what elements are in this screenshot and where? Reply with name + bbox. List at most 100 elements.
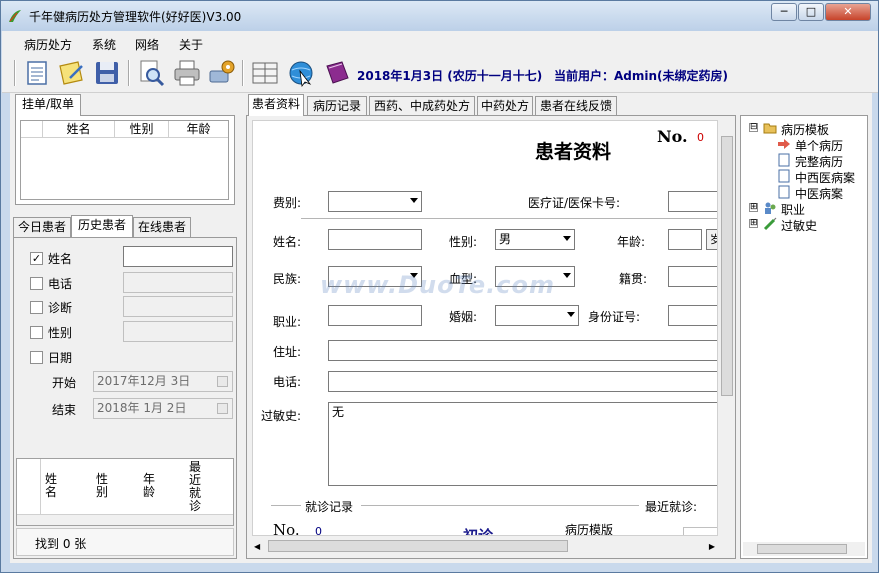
page-icon <box>778 169 790 183</box>
queue-header-name[interactable]: 姓名 <box>43 121 115 138</box>
tree-label: 职业 <box>781 203 806 217</box>
filter-name-checkbox[interactable]: ✓ <box>30 252 43 265</box>
occupation-input[interactable] <box>328 305 422 326</box>
recent-visit-label: 最近就诊: <box>645 500 698 514</box>
tab-online-patients[interactable]: 在线患者 <box>133 217 191 237</box>
horizontal-scroll-thumb[interactable] <box>268 540 568 552</box>
id-card-input[interactable] <box>668 305 717 326</box>
tab-chinese-prescription[interactable]: 中药处方 <box>477 96 533 116</box>
form-horizontal-scrollbar[interactable]: ◀ ▶ <box>252 538 719 554</box>
form-divider <box>301 218 717 219</box>
tab-western-prescription[interactable]: 西药、中成药处方 <box>369 96 475 116</box>
marriage-select[interactable] <box>495 305 579 326</box>
filter-gender-label: 性别 <box>48 326 73 340</box>
toolbar-separator <box>128 60 130 86</box>
tree-horizontal-scrollbar[interactable] <box>743 542 865 556</box>
phone-input[interactable] <box>328 371 717 392</box>
globe-cursor-icon[interactable] <box>286 58 316 88</box>
end-date-picker[interactable]: 2018年 1月 2日 <box>93 398 233 419</box>
age-unit-select[interactable]: 岁 <box>706 229 717 250</box>
page-title: 患者资料 <box>535 141 612 163</box>
tree-label: 完整病历 <box>795 155 844 169</box>
gender-select[interactable]: 男 <box>495 229 575 250</box>
insurance-card-label: 医疗证/医保卡号: <box>528 196 621 210</box>
name-input[interactable] <box>328 229 422 250</box>
chevron-down-icon <box>410 198 418 203</box>
filter-phone-input[interactable] <box>123 272 233 293</box>
main-area: 挂单/取单 姓名 性别 年龄 今日患者 历史患者 在线患者 ✓ 姓名 电话 诊断… <box>10 93 872 563</box>
filter-phone-checkbox[interactable] <box>30 277 43 290</box>
filter-diagnosis-checkbox[interactable] <box>30 301 43 314</box>
toolbar-separator <box>242 60 244 86</box>
result-header-gender[interactable]: 性别 <box>96 473 110 499</box>
queue-header-gender[interactable]: 性别 <box>115 121 169 138</box>
address-input[interactable] <box>328 340 717 361</box>
calendar-dropdown-icon[interactable] <box>217 403 228 414</box>
age-input[interactable] <box>668 229 702 250</box>
search-icon[interactable] <box>136 58 166 88</box>
vertical-scroll-thumb[interactable] <box>721 136 733 396</box>
start-date-label: 开始 <box>52 376 77 390</box>
filter-gender-checkbox[interactable] <box>30 326 43 339</box>
tree-collapse-icon[interactable]: ⊟ <box>749 123 758 132</box>
notepad-icon[interactable] <box>56 58 86 88</box>
insurance-card-input[interactable] <box>668 191 717 212</box>
allergy-textarea[interactable]: 无 <box>328 402 717 486</box>
printer-icon[interactable] <box>172 58 202 88</box>
filter-date-checkbox[interactable] <box>30 351 43 364</box>
menu-medical-record[interactable]: 病历处方 <box>24 36 72 53</box>
patient-result-list[interactable]: 姓名 性别 年龄 最近就诊 <box>16 458 234 526</box>
result-scrollbar[interactable] <box>17 515 233 525</box>
fee-type-select[interactable] <box>328 191 422 212</box>
tree-label: 单个病历 <box>795 139 844 153</box>
tab-patient-info[interactable]: 患者资料 <box>248 94 304 116</box>
tree-expand-icon[interactable]: ⊞ <box>749 203 758 212</box>
calendar-dropdown-icon[interactable] <box>217 376 228 387</box>
minimize-button[interactable]: ─ <box>771 3 797 21</box>
menu-system[interactable]: 系统 <box>92 36 116 53</box>
tab-online-feedback[interactable]: 患者在线反馈 <box>535 96 617 116</box>
save-icon[interactable] <box>92 58 122 88</box>
occupation-label: 职业: <box>273 315 302 329</box>
tree-label: 中医病案 <box>795 187 844 201</box>
recent-visit-input[interactable] <box>683 527 717 535</box>
menu-about[interactable]: 关于 <box>179 36 203 53</box>
maximize-button[interactable]: □ <box>798 3 824 21</box>
tab-today-patients[interactable]: 今日患者 <box>13 217 71 237</box>
patient-info-panel: No. 0 患者资料 费别: 医疗证/医保卡号: 姓名: 性别: 男 年龄: 岁 <box>246 115 736 559</box>
grid-icon[interactable] <box>250 58 280 88</box>
patient-form: No. 0 患者资料 费别: 医疗证/医保卡号: 姓名: 性别: 男 年龄: 岁 <box>252 120 718 536</box>
tab-medical-records[interactable]: 病历记录 <box>307 96 367 116</box>
tab-queue[interactable]: 挂单/取单 <box>15 94 81 116</box>
record-no-value: 0 <box>697 131 704 144</box>
start-date-picker[interactable]: 2017年12月 3日 <box>93 371 233 392</box>
gear-printer-icon[interactable] <box>207 58 237 88</box>
scroll-right-arrow-icon[interactable]: ▶ <box>709 542 715 551</box>
close-button[interactable]: ✕ <box>825 3 871 21</box>
book-icon[interactable] <box>322 58 352 88</box>
watermark: www.DuoTe.com <box>320 271 555 299</box>
queue-header-age[interactable]: 年龄 <box>169 121 228 138</box>
result-header-recent-visit[interactable]: 最近就诊 <box>189 461 203 513</box>
title-bar[interactable]: 千年健病历处方管理软件(好好医)V3.00 ─ □ ✕ <box>1 1 878 31</box>
queue-header-blank <box>21 121 43 138</box>
tree-scroll-thumb[interactable] <box>757 544 847 554</box>
filter-diagnosis-input[interactable] <box>123 296 233 317</box>
name-label: 姓名: <box>273 235 302 249</box>
scroll-left-arrow-icon[interactable]: ◀ <box>254 542 260 551</box>
menu-network[interactable]: 网络 <box>135 36 159 53</box>
result-header-name[interactable]: 姓名 <box>45 473 59 499</box>
arrow-icon <box>778 139 790 149</box>
form-vertical-scrollbar[interactable] <box>719 120 735 536</box>
tab-history-patients[interactable]: 历史患者 <box>71 215 133 237</box>
tree-label: 过敏史 <box>781 219 818 233</box>
tree-expand-icon[interactable]: ⊞ <box>749 219 758 228</box>
queue-list[interactable]: 姓名 性别 年龄 <box>20 120 229 200</box>
native-place-input[interactable] <box>668 266 717 287</box>
visit-no-value: 0 <box>315 525 322 536</box>
filter-gender-input[interactable] <box>123 321 233 342</box>
document-icon[interactable] <box>22 58 52 88</box>
result-header-age[interactable]: 年龄 <box>143 473 157 499</box>
filter-name-input[interactable] <box>123 246 233 267</box>
date-display: 2018年1月3日 (农历十一月十七) <box>357 69 543 83</box>
